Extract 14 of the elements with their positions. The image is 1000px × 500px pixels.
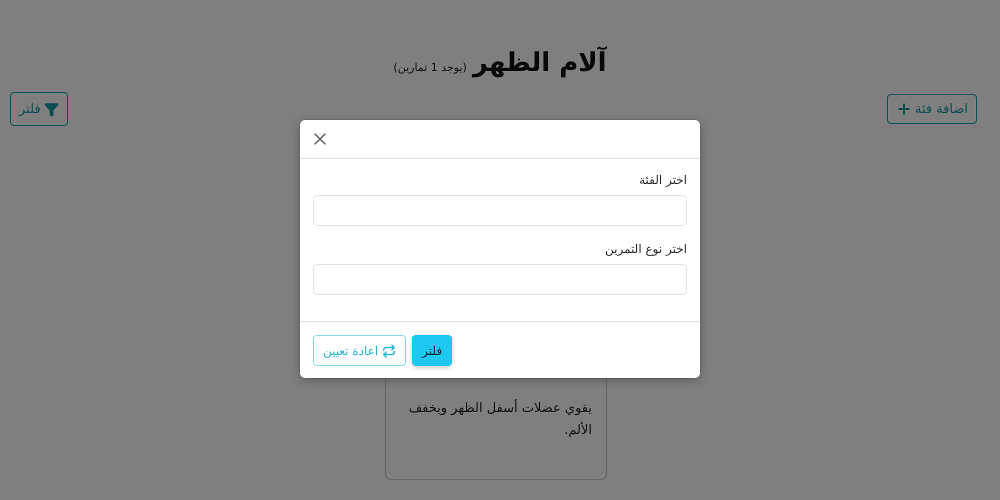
select-field[interactable] (313, 195, 687, 226)
page-title: آلام الظهر (472, 48, 607, 78)
exercise-count: (يوجد 1 تمارين) (393, 61, 467, 74)
exercise-description: يقوي عضلات أسفل الظهر ويخفف الألم. (408, 398, 592, 440)
funnel-icon (44, 102, 59, 116)
filter-apply-button[interactable]: فلتر (412, 335, 452, 366)
reset-button[interactable]: اعادة تعيين (313, 335, 406, 366)
field-label: اختر الفئة (638, 173, 687, 187)
add-category-button[interactable]: اضافة فئة (886, 94, 977, 124)
field-label: اختر نوع التمرين (604, 242, 687, 256)
filter-button[interactable]: فلتر (10, 92, 68, 126)
refresh-icon (382, 344, 396, 358)
select-field[interactable] (313, 264, 687, 295)
plus-icon (896, 101, 912, 117)
